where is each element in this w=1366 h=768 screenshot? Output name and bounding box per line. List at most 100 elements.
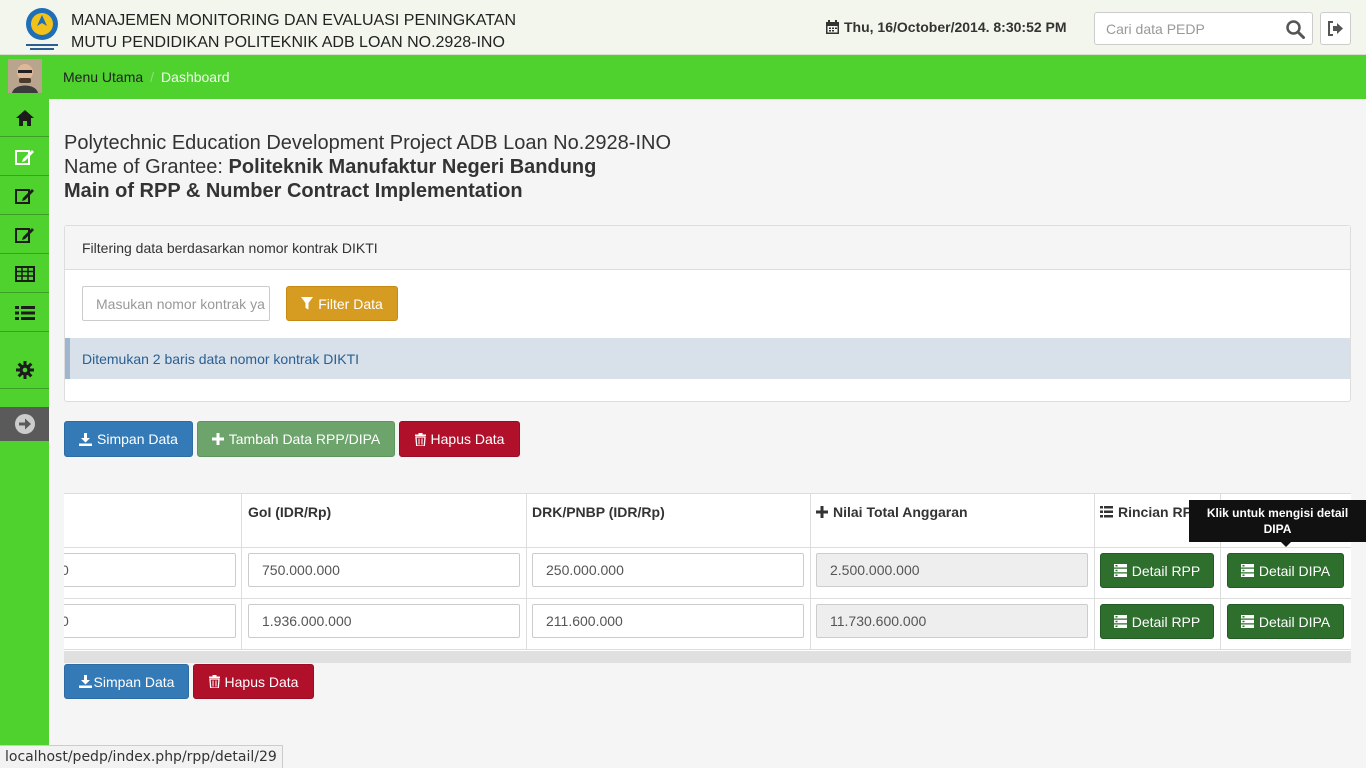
- rpp-title-text: Main of RPP & Number Contract Implementa…: [64, 180, 523, 202]
- save-data-button[interactable]: Simpan Data: [64, 421, 193, 457]
- list-icon: [14, 305, 35, 320]
- home-icon: [15, 109, 34, 126]
- grantee-line: Name of Grantee: Politeknik Manufaktur N…: [64, 155, 671, 179]
- sidebar-item-edit-3[interactable]: [0, 216, 49, 254]
- app-title-line1: MANAJEMEN MONITORING DAN EVALUASI PENING…: [71, 12, 517, 29]
- detail-dipa-button[interactable]: Detail DIPA: [1227, 553, 1344, 588]
- edit-icon: [14, 188, 34, 204]
- current-datetime: Thu, 16/October/2014. 8:30:52 PM: [826, 19, 1067, 35]
- column-divider: [241, 494, 242, 650]
- edit-icon: [14, 149, 34, 165]
- detail-rpp-label: Detail RPP: [1131, 562, 1201, 579]
- drk-field[interactable]: 211.600.000: [532, 604, 804, 638]
- logout-button[interactable]: [1320, 12, 1351, 45]
- horizontal-scrollbar[interactable]: [64, 651, 1351, 663]
- sidebar-item-home[interactable]: [0, 99, 49, 137]
- calendar-icon: [826, 20, 839, 34]
- header-total: Nilai Total Anggaran: [816, 504, 968, 520]
- top-navbar: Menu Utama / Dashboard: [0, 55, 1366, 99]
- save-data-bottom-button[interactable]: Simpan Data: [64, 664, 189, 699]
- server-icon: [1240, 615, 1254, 628]
- goi-field[interactable]: 750.000.000: [248, 553, 520, 587]
- sidebar-item-settings[interactable]: [0, 351, 49, 389]
- sidebar-toggle[interactable]: [0, 407, 49, 441]
- total-field: 2.500.000.000: [816, 553, 1088, 587]
- drk-field[interactable]: 250.000.000: [532, 553, 804, 587]
- delete-data-label: Hapus Data: [430, 431, 505, 447]
- detail-dipa-button[interactable]: Detail DIPA: [1227, 604, 1344, 639]
- avatar[interactable]: [8, 59, 42, 93]
- column-divider: [1094, 494, 1095, 650]
- sidebar-item-edit-2[interactable]: [0, 177, 49, 215]
- sidebar: [0, 99, 49, 768]
- server-icon: [1113, 564, 1127, 577]
- row-divider: [64, 547, 1351, 548]
- search-box[interactable]: [1094, 12, 1313, 45]
- add-rpp-dipa-button[interactable]: Tambah Data RPP/DIPA: [197, 421, 395, 457]
- filter-icon: [301, 297, 314, 310]
- grantee-label: Name of Grantee:: [64, 156, 229, 178]
- delete-data-button[interactable]: Hapus Data: [399, 421, 520, 457]
- search-icon[interactable]: [1286, 20, 1305, 39]
- sidebar-item-table[interactable]: [0, 255, 49, 293]
- save-data-label: Simpan Data: [97, 431, 178, 447]
- filter-result-info: Ditemukan 2 baris data nomor kontrak DIK…: [65, 338, 1350, 379]
- sidebar-item-list[interactable]: [0, 294, 49, 332]
- sidebar-item-edit-1[interactable]: [0, 138, 49, 176]
- goi-field[interactable]: 1.936.000.000: [248, 604, 520, 638]
- breadcrumb-home[interactable]: Menu Utama: [63, 69, 143, 85]
- list-icon: [1100, 506, 1113, 518]
- total-field: 11.730.600.000: [816, 604, 1088, 638]
- gear-icon: [15, 360, 34, 379]
- page-heading: Polytechnic Education Development Projec…: [64, 131, 671, 203]
- server-icon: [1240, 564, 1254, 577]
- row-divider: [64, 649, 1351, 650]
- row-first-field[interactable]: 0: [64, 553, 236, 587]
- header-rincian: Rincian RPP: [1100, 504, 1201, 520]
- search-input[interactable]: [1095, 13, 1275, 44]
- edit-icon: [14, 227, 34, 243]
- detail-rpp-button[interactable]: Detail RPP: [1100, 553, 1214, 588]
- row-first-field[interactable]: 0: [64, 604, 236, 638]
- header-drk: DRK/PNBP (IDR/Rp): [532, 504, 665, 520]
- app-title-line2: MUTU PENDIDIKAN POLITEKNIK ADB LOAN NO.2…: [71, 34, 505, 51]
- breadcrumb-current: Dashboard: [161, 69, 230, 85]
- detail-rpp-label: Detail RPP: [1131, 613, 1201, 630]
- plus-icon: [211, 433, 224, 445]
- plus-icon: [816, 506, 828, 518]
- save-data-bottom-label: Simpan Data: [93, 673, 175, 690]
- project-title: Polytechnic Education Development Projec…: [64, 132, 672, 154]
- download-icon: [78, 675, 92, 688]
- institution-logo: [26, 8, 58, 50]
- delete-data-bottom-label: Hapus Data: [224, 673, 299, 690]
- app-title: MANAJEMEN MONITORING DAN EVALUASI PENING…: [71, 10, 516, 54]
- table-icon: [14, 265, 35, 282]
- detail-dipa-tooltip: Klik untuk mengisi detail DIPA: [1189, 500, 1366, 542]
- datetime-text: Thu, 16/October/2014. 8:30:52 PM: [844, 19, 1067, 35]
- tooltip-arrow: [1281, 542, 1291, 547]
- header-total-label: Nilai Total Anggaran: [833, 504, 968, 520]
- filter-button[interactable]: Filter Data: [286, 286, 398, 321]
- detail-dipa-label: Detail DIPA: [1258, 613, 1331, 630]
- detail-dipa-label: Detail DIPA: [1258, 562, 1331, 579]
- rpp-table: GoI (IDR/Rp) DRK/PNBP (IDR/Rp) Nilai Tot…: [64, 493, 1351, 663]
- trash-icon: [414, 432, 426, 446]
- detail-rpp-button[interactable]: Detail RPP: [1100, 604, 1214, 639]
- browser-status-bar: localhost/pedp/index.php/rpp/detail/29: [0, 745, 283, 768]
- breadcrumb: Menu Utama / Dashboard: [63, 69, 230, 85]
- add-rpp-dipa-label: Tambah Data RPP/DIPA: [228, 431, 381, 447]
- trash-icon: [208, 675, 220, 688]
- filter-panel: Filtering data berdasarkan nomor kontrak…: [64, 225, 1351, 402]
- top-header: MANAJEMEN MONITORING DAN EVALUASI PENING…: [0, 0, 1366, 55]
- rpp-title: Main of RPP & Number Contract Implementa…: [64, 179, 671, 203]
- delete-data-bottom-button[interactable]: Hapus Data: [193, 664, 314, 699]
- sign-out-icon: [1328, 21, 1343, 36]
- column-divider: [526, 494, 527, 650]
- contract-number-input[interactable]: [82, 286, 270, 321]
- column-divider: [810, 494, 811, 650]
- grantee-name: Politeknik Manufaktur Negeri Bandung: [228, 156, 597, 178]
- filter-panel-title: Filtering data berdasarkan nomor kontrak…: [65, 226, 1350, 270]
- arrow-right-icon: [14, 414, 35, 434]
- header-goi: GoI (IDR/Rp): [248, 504, 332, 520]
- filter-button-label: Filter Data: [318, 295, 383, 312]
